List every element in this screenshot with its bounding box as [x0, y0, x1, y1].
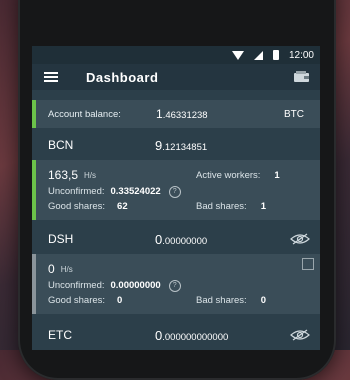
signal-icon	[253, 50, 263, 60]
unconfirmed-label: Unconfirmed:	[48, 280, 105, 291]
coin-header-etc[interactable]: ETC 0.000000000000	[32, 320, 320, 350]
good-shares-value: 0	[117, 295, 123, 306]
coin-stats-dsh: 0 H/s Unconfirmed: 0.00000000 ? Good sha…	[32, 254, 320, 314]
coin-value: 9.12134851	[155, 137, 208, 153]
unconfirmed-value: 0.33524022	[110, 186, 161, 197]
help-icon[interactable]: ?	[168, 279, 181, 292]
bad-shares-label: Bad shares:	[196, 201, 247, 212]
coin-value: 0.000000000000	[155, 327, 229, 343]
hashrate-value: 163,5	[48, 168, 79, 182]
app-screen: 12:00 Dashboard Account balance: 1.46331…	[32, 46, 320, 350]
accent-bar	[32, 100, 36, 128]
coin-name: DSH	[48, 232, 74, 246]
active-workers-label: Active workers:	[196, 169, 261, 181]
wallet-icon[interactable]	[293, 70, 310, 83]
status-time: 12:00	[288, 49, 314, 61]
battery-icon	[272, 50, 279, 60]
eye-hidden-icon[interactable]	[290, 329, 310, 341]
hashrate-value: 0	[48, 262, 55, 276]
coin-header-bcn[interactable]: BCN 9.12134851	[32, 130, 320, 160]
bad-shares-value: 0	[260, 295, 266, 306]
unconfirmed-value: 0.00000000	[110, 280, 161, 291]
menu-icon[interactable]	[44, 72, 58, 82]
hashrate-unit: H/s	[84, 170, 97, 180]
account-balance-unit: BTC	[284, 108, 304, 120]
coin-stats-bcn: 163,5 H/s Active workers: 1 Unconfirmed:…	[32, 160, 320, 220]
app-bar: Dashboard	[32, 64, 320, 90]
bad-shares-value: 1	[260, 201, 266, 212]
coin-name: ETC	[48, 328, 72, 342]
account-balance-row: Account balance: 1.46331238 BTC	[32, 100, 320, 128]
good-shares-value: 62	[117, 201, 128, 212]
page-title: Dashboard	[86, 69, 159, 85]
coin-name: BCN	[48, 138, 74, 152]
good-shares-label: Good shares:	[48, 201, 106, 212]
eye-hidden-icon[interactable]	[290, 233, 310, 245]
coin-value: 0.00000000	[155, 231, 208, 247]
unconfirmed-label: Unconfirmed:	[48, 186, 105, 197]
account-balance-label: Account balance:	[48, 108, 121, 120]
account-balance-value: 1.46331238	[156, 107, 208, 121]
status-bar: 12:00	[32, 46, 320, 64]
wifi-icon	[231, 50, 244, 60]
bad-shares-label: Bad shares:	[196, 295, 247, 306]
hashrate-unit: H/s	[60, 264, 73, 274]
coin-header-dsh[interactable]: DSH 0.00000000	[32, 224, 320, 254]
good-shares-label: Good shares:	[48, 295, 106, 306]
help-icon[interactable]: ?	[168, 185, 181, 198]
active-workers-value: 1	[274, 169, 280, 181]
